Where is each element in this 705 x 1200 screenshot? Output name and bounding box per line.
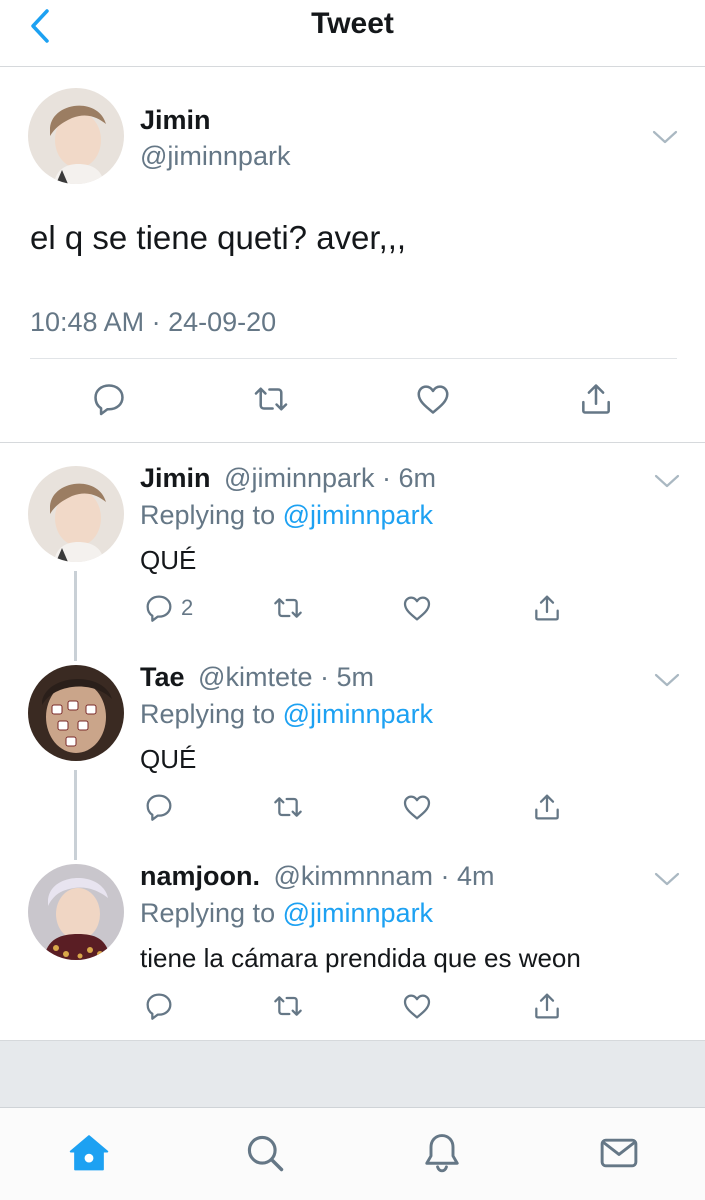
reply-tweet[interactable]: Tae @kimtete · 5m Replying to @jiminnpar… bbox=[0, 642, 705, 860]
reply-tweet[interactable]: namjoon. @kimmnnam · 4m Replying to @jim… bbox=[0, 841, 705, 1040]
share-button[interactable] bbox=[531, 592, 563, 624]
chevron-down-icon bbox=[654, 673, 680, 687]
reply-button[interactable]: 2 bbox=[143, 592, 193, 624]
reply-time: 4m bbox=[456, 861, 495, 891]
mention-link[interactable]: @jiminnpark bbox=[283, 699, 433, 729]
tab-messages[interactable] bbox=[596, 1130, 642, 1176]
reply-count: 2 bbox=[181, 595, 194, 620]
heart-icon bbox=[403, 795, 431, 820]
tweet-options-button[interactable] bbox=[652, 670, 682, 690]
reply-button[interactable] bbox=[90, 380, 128, 418]
chevron-down-icon bbox=[654, 474, 680, 488]
chevron-down-icon bbox=[652, 130, 678, 144]
author-name[interactable]: Jimin bbox=[140, 105, 211, 136]
tab-notifications[interactable] bbox=[419, 1130, 465, 1176]
replying-to: Replying to @jiminnpark bbox=[140, 699, 433, 730]
replying-to: Replying to @jiminnpark bbox=[140, 898, 433, 929]
reply-button[interactable] bbox=[143, 791, 175, 823]
share-icon bbox=[535, 794, 559, 820]
page-title: Tweet bbox=[311, 7, 394, 40]
bottom-tab-bar bbox=[0, 1108, 705, 1200]
reply-button[interactable] bbox=[143, 990, 175, 1022]
heart-icon bbox=[403, 596, 431, 621]
divider bbox=[30, 358, 677, 359]
tweet-timestamp: 10:48 AM · 24-09-20 bbox=[30, 307, 277, 337]
like-button[interactable] bbox=[401, 791, 433, 823]
main-tweet: Jimin @jiminnpark el q se tiene queti? a… bbox=[0, 67, 705, 443]
reply-header: Tae @kimtete · 5m bbox=[140, 662, 374, 693]
replying-to-label: Replying to bbox=[140, 500, 276, 530]
avatar[interactable] bbox=[28, 665, 124, 761]
mention-link[interactable]: @jiminnpark bbox=[283, 898, 433, 928]
reply-icon bbox=[146, 794, 172, 821]
reply-icon bbox=[94, 384, 124, 416]
avatar[interactable] bbox=[28, 88, 124, 184]
tab-home[interactable] bbox=[66, 1130, 112, 1176]
reply-icon bbox=[146, 595, 172, 622]
chevron-down-icon bbox=[654, 872, 680, 886]
retweet-icon bbox=[274, 797, 302, 817]
share-button[interactable] bbox=[577, 380, 615, 418]
separator-dot: · bbox=[320, 662, 329, 692]
author-handle[interactable]: @jiminnpark bbox=[224, 463, 374, 493]
author-name[interactable]: Jimin bbox=[140, 463, 211, 493]
like-button[interactable] bbox=[401, 990, 433, 1022]
reply-header: Jimin @jiminnpark · 6m bbox=[140, 463, 436, 494]
avatar[interactable] bbox=[28, 466, 124, 562]
replying-to: Replying to @jiminnpark bbox=[140, 500, 433, 531]
reply-tweet[interactable]: Jimin @jiminnpark · 6m Replying to @jimi… bbox=[0, 443, 705, 661]
separator-dot: · bbox=[440, 861, 450, 891]
author-handle[interactable]: @jiminnpark bbox=[140, 141, 290, 172]
share-icon bbox=[535, 993, 559, 1019]
bell-icon bbox=[425, 1134, 459, 1173]
reply-text: QUÉ bbox=[140, 545, 197, 575]
share-button[interactable] bbox=[531, 791, 563, 823]
tab-search[interactable] bbox=[242, 1130, 288, 1176]
reply-time: 5m bbox=[336, 662, 375, 692]
author-name[interactable]: namjoon. bbox=[140, 861, 260, 891]
author-name[interactable]: Tae bbox=[140, 662, 185, 692]
retweet-button[interactable] bbox=[272, 791, 304, 823]
share-button[interactable] bbox=[531, 990, 563, 1022]
reply-text: QUÉ bbox=[140, 744, 197, 774]
like-button[interactable] bbox=[401, 592, 433, 624]
replying-to-label: Replying to bbox=[140, 898, 276, 928]
heart-icon bbox=[403, 994, 431, 1019]
avatar[interactable] bbox=[28, 864, 124, 960]
like-button[interactable] bbox=[414, 380, 452, 418]
share-icon bbox=[582, 384, 610, 414]
reply-time: 6m bbox=[398, 463, 437, 493]
author-handle[interactable]: @kimtete bbox=[198, 662, 312, 692]
search-icon bbox=[247, 1135, 284, 1172]
retweet-icon bbox=[254, 387, 288, 411]
separator-dot: · bbox=[382, 463, 392, 493]
reply-text: tiene la cámara prendida que es weon bbox=[140, 943, 581, 973]
mail-icon bbox=[600, 1138, 638, 1168]
retweet-button[interactable] bbox=[252, 380, 290, 418]
retweet-button[interactable] bbox=[272, 990, 304, 1022]
tweet-options-button[interactable] bbox=[652, 869, 682, 889]
heart-icon bbox=[417, 385, 449, 414]
retweet-icon bbox=[274, 996, 302, 1016]
reply-header: namjoon. @kimmnnam · 4m bbox=[140, 861, 495, 892]
tweet-text: el q se tiene queti? aver,,, bbox=[30, 219, 407, 256]
feed-end-band bbox=[0, 1040, 705, 1108]
author-handle[interactable]: @kimmnnam bbox=[274, 861, 433, 891]
share-icon bbox=[535, 595, 559, 621]
tweet-options-button[interactable] bbox=[650, 127, 680, 147]
home-icon bbox=[69, 1135, 109, 1171]
retweet-icon bbox=[274, 598, 302, 618]
retweet-button[interactable] bbox=[272, 592, 304, 624]
replying-to-label: Replying to bbox=[140, 699, 276, 729]
reply-icon bbox=[146, 993, 172, 1020]
tweet-options-button[interactable] bbox=[652, 471, 682, 491]
top-nav-bar: Tweet bbox=[0, 0, 705, 67]
mention-link[interactable]: @jiminnpark bbox=[283, 500, 433, 530]
